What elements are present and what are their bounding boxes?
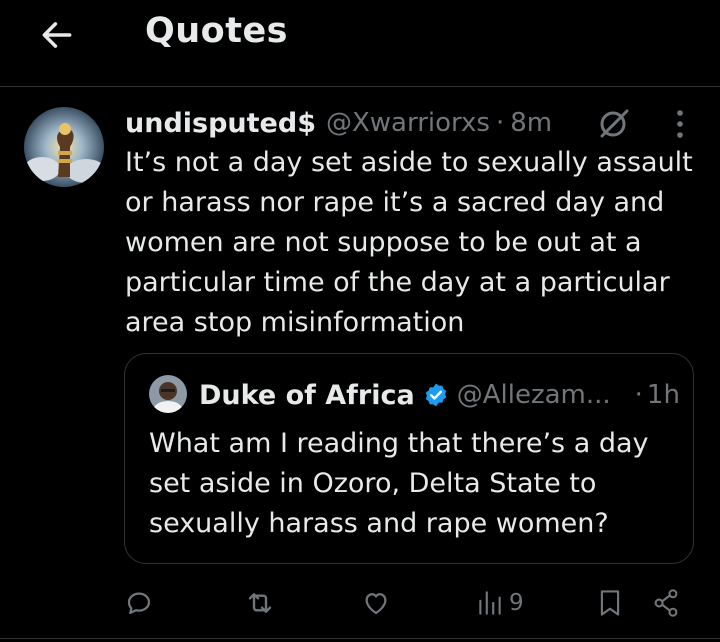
more-options-button[interactable]: [664, 106, 696, 142]
bookmark-icon: [600, 590, 620, 616]
like-button[interactable]: [361, 582, 391, 624]
display-name[interactable]: undisputed$: [125, 108, 316, 139]
arrow-left-icon: [42, 22, 72, 48]
share-icon: [654, 589, 678, 617]
tweet-meta: undisputed$ @Xwarriorxs · 8m: [125, 104, 552, 142]
grok-button[interactable]: [596, 105, 632, 141]
bookmark-button[interactable]: [596, 582, 624, 624]
quoted-avatar[interactable]: [149, 375, 187, 413]
action-bar: 9: [0, 582, 720, 624]
quoted-tweet-card[interactable]: Duke of Africa @Allezam... · 1h What am …: [124, 353, 694, 564]
views-count: 9: [509, 590, 524, 616]
quoted-timestamp: 1h: [646, 380, 680, 410]
heart-icon: [365, 593, 387, 615]
quoted-user-handle: @Allezam...: [456, 380, 611, 410]
user-handle[interactable]: @Xwarriorxs: [326, 108, 490, 138]
verified-badge-icon: [425, 383, 446, 407]
top-app-bar: Quotes: [0, 0, 720, 87]
views-button[interactable]: 9: [477, 582, 524, 624]
more-vertical-icon: [677, 110, 683, 138]
quoted-tweet-meta: Duke of Africa @Allezam... · 1h: [199, 376, 680, 414]
separator-dot: ·: [495, 108, 505, 138]
repost-icon: [248, 593, 272, 613]
divider: [0, 638, 720, 639]
repost-button[interactable]: [244, 582, 276, 624]
back-button[interactable]: [36, 14, 78, 56]
grok-icon: [600, 109, 629, 138]
reply-button[interactable]: [124, 582, 154, 624]
quoted-display-name: Duke of Africa: [199, 379, 415, 411]
tweet-text: It’s not a day set aside to sexually ass…: [125, 147, 693, 338]
reply-icon: [127, 592, 151, 615]
share-button[interactable]: [652, 582, 680, 624]
avatar-image: [24, 107, 104, 187]
quoted-avatar-image: [149, 375, 187, 413]
timestamp[interactable]: 8m: [510, 108, 552, 138]
views-chart-icon: [479, 591, 501, 615]
page-title: Quotes: [145, 11, 289, 51]
avatar[interactable]: [24, 107, 104, 187]
quoted-separator-dot: ·: [634, 380, 643, 410]
quoted-tweet-text: What am I reading that there’s a day set…: [149, 428, 649, 539]
